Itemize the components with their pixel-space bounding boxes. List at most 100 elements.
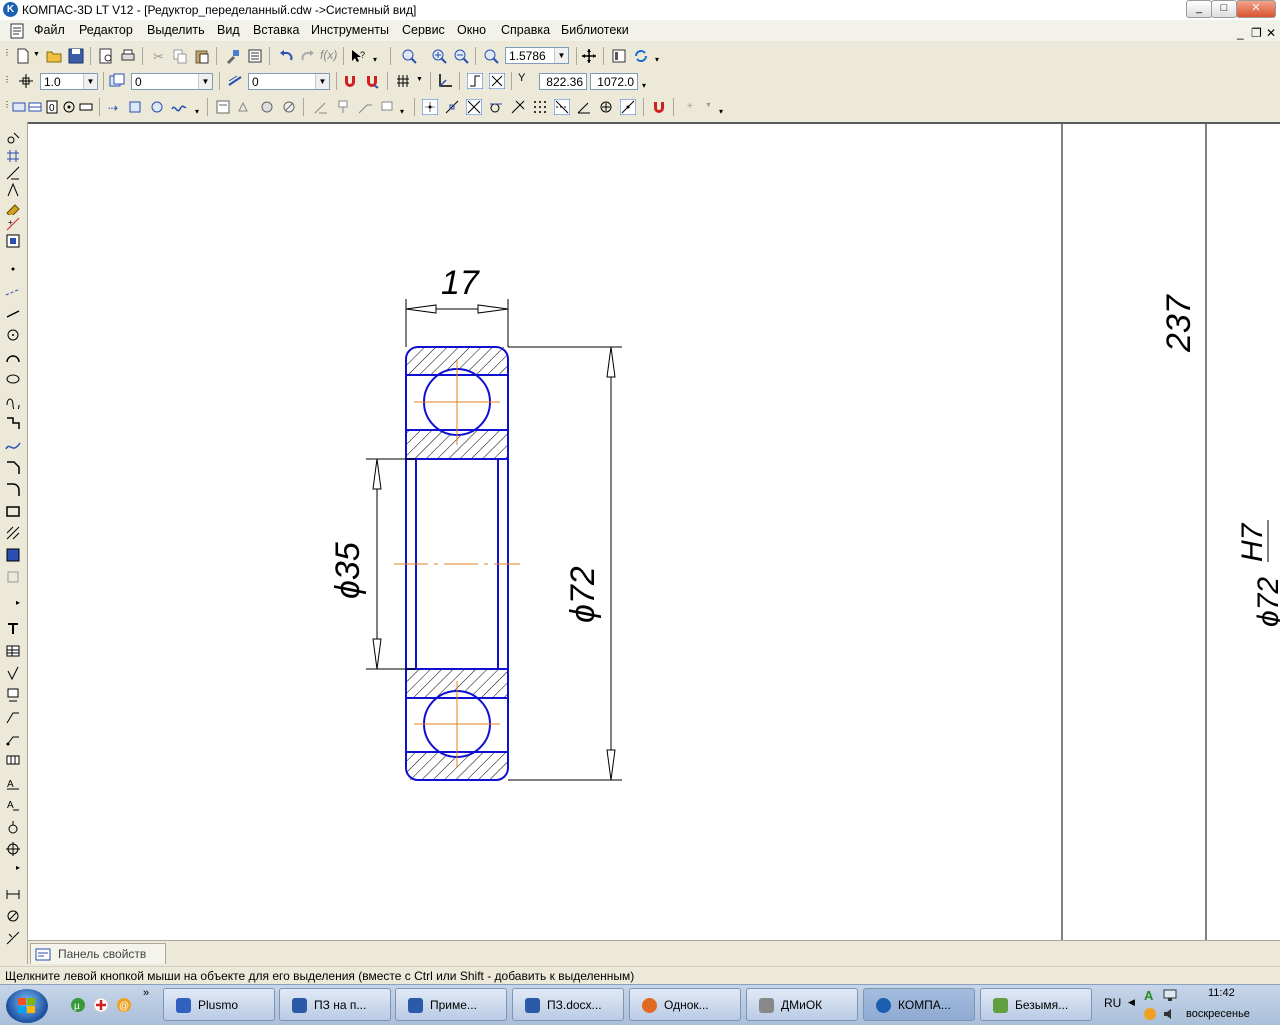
local-coordinates-icon[interactable] [437,73,453,89]
menu-window[interactable]: Окно [457,23,486,37]
parametrization-panel-icon[interactable] [5,199,21,215]
mail-tray-icon[interactable] [1142,1006,1158,1022]
marking-icon[interactable] [259,99,275,115]
chevron-down-icon[interactable]: ▼ [315,74,329,89]
copy-icon[interactable] [172,48,188,64]
tray-expand-icon[interactable]: ◀ [1128,997,1135,1008]
zoom-combo[interactable]: 1.5786 ▼ [505,47,569,64]
maximize-button[interactable]: □ [1211,0,1237,18]
app-cross-icon[interactable] [93,997,109,1013]
hatch-tool-icon[interactable] [5,525,21,541]
text-tool-icon[interactable] [5,621,21,637]
spline-tool-icon[interactable] [5,393,21,409]
task-odnoklassniki[interactable]: Однок... [629,988,741,1021]
redo-icon[interactable] [300,48,316,64]
polyline-tool-icon[interactable] [5,415,21,431]
rectangle-tool-icon[interactable] [5,503,21,519]
drawing-canvas[interactable]: 17 ϕ35 ϕ72 237 ϕ72 H7 [28,122,1280,942]
print-icon[interactable] [120,48,136,64]
line-scale-combo[interactable]: 1.0 ▼ [40,73,98,90]
mark-icon[interactable] [379,99,395,115]
menu-service[interactable]: Сервис [402,23,445,37]
snap-add-icon[interactable]: + [687,101,693,112]
mdi-restore-button[interactable]: ❐ [1251,26,1262,40]
cut-icon[interactable]: ✂ [150,48,166,64]
chevron-down-icon[interactable]: ▼ [198,74,212,89]
insert-fragment-icon[interactable]: ⇢ [106,99,122,115]
snap-center-icon[interactable] [598,99,614,115]
zoom-scale-icon[interactable] [483,48,499,64]
open-folder-icon[interactable] [46,48,62,64]
roughness-icon[interactable] [237,99,253,115]
parameterize-icon[interactable] [489,73,505,89]
menu-libraries[interactable]: Библиотеки [561,23,629,37]
snaps-magnet-icon[interactable] [651,99,667,115]
task-kompas[interactable]: КОМПА... [863,988,975,1021]
angle-measure-icon[interactable] [5,908,21,924]
snap-dropdown-icon[interactable]: ▼ [705,102,712,109]
magnet-snap-icon[interactable] [342,73,358,89]
circle-tool-icon[interactable] [5,327,21,343]
snap-step-icon[interactable] [18,73,34,89]
measure-panel-icon[interactable]: + [5,216,21,232]
menu-file[interactable]: Файл [34,23,65,37]
grid-icon[interactable] [395,73,411,89]
axis-line-icon[interactable] [5,819,21,835]
new-document-icon[interactable] [15,48,31,64]
center-mark-icon[interactable] [5,841,21,857]
insert-view-icon[interactable] [127,99,143,115]
view-icon[interactable] [11,99,27,115]
snap-grid-icon[interactable] [532,99,548,115]
auxiliary-line-icon[interactable] [5,283,21,299]
help-pointer-icon[interactable]: ? [350,48,366,64]
snap-alignment-icon[interactable] [554,99,570,115]
volume-icon[interactable] [1162,1006,1178,1022]
position-icon[interactable] [357,99,373,115]
view-manager-icon[interactable] [27,99,43,115]
utorrent-icon[interactable]: µ [70,997,86,1013]
leader-tool-icon[interactable] [5,709,21,725]
edit-panel-icon[interactable] [5,182,21,198]
mdi-minimize-button[interactable]: _ [1237,26,1244,40]
save-icon[interactable] [68,48,84,64]
undo-icon[interactable] [278,48,294,64]
view-arrow-icon[interactable]: A [5,797,21,813]
snap-normal-icon[interactable] [510,99,526,115]
new-dropdown-icon[interactable]: ▼ [33,51,40,58]
hatching-icon[interactable] [281,99,297,115]
mdi-close-button[interactable]: ✕ [1266,26,1276,40]
designations-panel-icon[interactable] [5,165,21,181]
function-icon[interactable]: f(x) [320,48,337,62]
fill-tool-icon[interactable] [5,547,21,563]
format-brush-icon[interactable] [225,48,241,64]
task-example-word[interactable]: Приме... [395,988,507,1021]
language-indicator[interactable]: RU [1104,996,1121,1010]
distance-measure-icon[interactable] [5,886,21,902]
clock-time[interactable]: 11:42 [1208,987,1235,999]
geometry-panel-icon[interactable] [5,130,21,146]
leader-icon[interactable] [335,99,351,115]
position-leader-icon[interactable] [5,731,21,747]
task-plusmo[interactable]: Plusmo [163,988,275,1021]
snap-angle-icon[interactable] [576,99,592,115]
chevron-down-icon[interactable]: ▼ [83,74,97,89]
task-pz-docx[interactable]: ПЗ.docx... [512,988,624,1021]
arc-tool-icon[interactable] [5,349,21,365]
start-button[interactable] [6,989,48,1023]
roughness-tool-icon[interactable] [5,665,21,681]
snap-intersection-icon[interactable] [466,99,482,115]
base-icon[interactable] [313,99,329,115]
coord-x-field[interactable]: 822.36 [539,73,587,90]
layer-icon[interactable] [109,73,125,89]
local-snap-icon[interactable] [364,73,380,89]
menu-view[interactable]: Вид [217,23,240,37]
snap-midpoint-icon[interactable] [620,99,636,115]
tech-requirements-icon[interactable] [215,99,231,115]
rectangle-view-icon[interactable] [78,99,94,115]
zoom-out-icon[interactable] [453,48,469,64]
contour-tool-icon[interactable] [5,569,21,585]
segment-tool-icon[interactable] [5,305,21,321]
redraw-icon[interactable] [633,48,649,64]
layer-manager-icon[interactable]: 0 [44,99,60,115]
menu-edit[interactable]: Редактор [79,23,133,37]
